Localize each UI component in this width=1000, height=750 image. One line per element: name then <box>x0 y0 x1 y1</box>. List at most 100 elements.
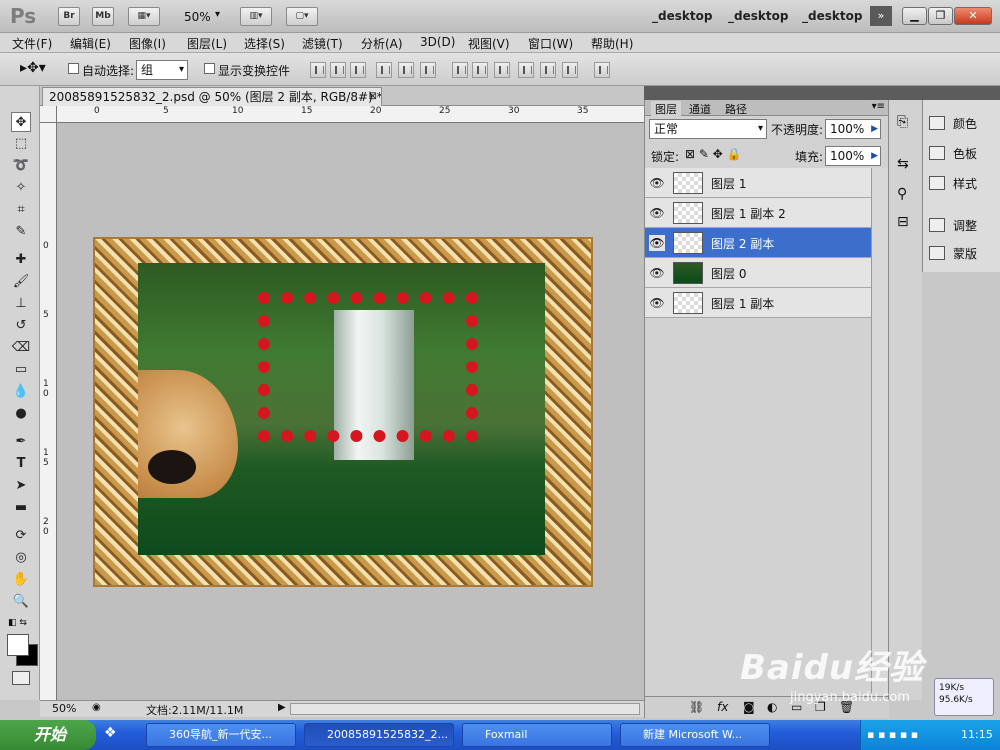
hand-tool-icon[interactable]: ✋ <box>11 570 31 590</box>
menu-analysis[interactable]: 分析(A) <box>361 35 403 52</box>
path-selection-tool-icon[interactable]: ➤ <box>11 476 31 496</box>
history-brush-tool-icon[interactable]: ↺ <box>11 316 31 336</box>
eye-icon[interactable]: 👁 <box>649 235 665 251</box>
foreground-color-swatch[interactable] <box>7 634 29 656</box>
fill-input[interactable]: 100% ▶ <box>825 146 881 166</box>
layers-scrollbar[interactable] <box>871 168 889 696</box>
close-button[interactable]: ✕ <box>954 7 992 25</box>
layer-row[interactable]: 👁 图层 1 副本 2 <box>645 198 871 228</box>
menu-layer[interactable]: 图层(L) <box>187 35 227 52</box>
menu-edit[interactable]: 编辑(E) <box>70 35 111 52</box>
eye-icon[interactable]: 👁 <box>649 265 665 281</box>
adjustment-layer-icon[interactable]: ◐ <box>767 700 777 714</box>
panel-menu-icon[interactable]: ▾≡ <box>872 101 885 112</box>
view-extras-button[interactable]: ▦▾ <box>128 7 160 26</box>
3d-orbit-tool-icon[interactable]: ◎ <box>11 548 31 568</box>
eraser-tool-icon[interactable]: ⌫ <box>11 338 31 358</box>
align-right-icon[interactable] <box>420 62 436 78</box>
screen-mode-button[interactable]: ▢▾ <box>286 7 318 26</box>
align-left-icon[interactable] <box>376 62 392 78</box>
pen-tool-icon[interactable]: ✒ <box>11 432 31 452</box>
eye-icon[interactable]: 👁 <box>649 205 665 221</box>
document-tab[interactable]: 20085891525832_2.psd @ 50% (图层 2 副本, RGB… <box>42 87 382 106</box>
align-horizontal-center-icon[interactable] <box>398 62 414 78</box>
align-top-icon[interactable] <box>310 62 326 78</box>
distribute-hcenter-icon[interactable] <box>540 62 556 78</box>
actions-panel-icon[interactable]: ⇆ <box>897 156 909 172</box>
workspace-desktop-2[interactable]: _desktop <box>728 9 788 23</box>
tray-icons[interactable]: ▪ ▪ ▪ ▪ ▪ <box>867 728 918 741</box>
tab-paths[interactable]: 路径 <box>725 101 747 117</box>
color-panel-item[interactable]: 颜色 <box>929 112 977 136</box>
vertical-ruler[interactable]: 0 5 1 0 1 5 2 0 <box>40 123 57 700</box>
link-layers-icon[interactable]: ⛓ <box>689 700 704 714</box>
horizontal-scrollbar[interactable] <box>290 703 640 715</box>
menu-select[interactable]: 选择(S) <box>244 35 285 52</box>
menu-image[interactable]: 图像(I) <box>129 35 166 52</box>
menu-help[interactable]: 帮助(H) <box>591 35 633 52</box>
styles-panel-item[interactable]: 样式 <box>929 172 977 196</box>
crop-tool-icon[interactable]: ⌗ <box>11 200 31 220</box>
more-workspaces-icon[interactable]: » <box>870 6 892 26</box>
taskbar-button-photoshop[interactable]: 20085891525832_2... <box>304 723 454 747</box>
minimize-button[interactable]: ▁ <box>902 7 927 25</box>
3d-rotate-tool-icon[interactable]: ⟳ <box>11 526 31 546</box>
auto-align-layers-icon[interactable] <box>594 62 610 78</box>
type-tool-icon[interactable]: T <box>11 454 31 474</box>
arrange-documents-button[interactable]: ▥▾ <box>240 7 272 26</box>
chevron-right-icon[interactable]: ▶ <box>871 147 878 165</box>
align-bottom-icon[interactable] <box>350 62 366 78</box>
tab-channels[interactable]: 通道 <box>689 101 711 117</box>
history-panel-icon[interactable]: ⎘ <box>897 114 908 130</box>
menu-file[interactable]: 文件(F) <box>12 35 52 52</box>
marquee-tool-icon[interactable]: ⬚ <box>11 134 31 154</box>
blur-tool-icon[interactable]: 💧 <box>11 382 31 402</box>
tab-layers[interactable]: 图层 <box>651 101 681 117</box>
horizontal-ruler[interactable]: 0 5 10 15 20 25 30 35 <box>57 106 644 123</box>
menu-filter[interactable]: 滤镜(T) <box>302 35 343 52</box>
ruler-origin[interactable] <box>40 106 57 123</box>
zoom-level-select[interactable]: 50% <box>184 10 211 24</box>
taskbar-button-word[interactable]: 新建 Microsoft W... <box>620 723 770 747</box>
shape-tool-icon[interactable]: ▬ <box>11 498 31 518</box>
default-colors-icon[interactable]: ◧ ⇆ <box>8 618 27 628</box>
layer-row[interactable]: 👁 图层 1 <box>645 168 871 198</box>
healing-brush-tool-icon[interactable]: ✚ <box>11 250 31 270</box>
lasso-tool-icon[interactable]: ➰ <box>11 156 31 176</box>
eye-icon[interactable]: 👁 <box>649 175 665 191</box>
workspace-desktop-3[interactable]: _desktop <box>802 9 862 23</box>
show-transform-checkbox[interactable] <box>204 63 215 77</box>
clock[interactable]: 11:15 <box>961 728 993 741</box>
quick-launch-icon[interactable]: ❖ <box>104 725 130 745</box>
menu-window[interactable]: 窗口(W) <box>528 35 573 52</box>
gradient-tool-icon[interactable]: ▭ <box>11 360 31 380</box>
opacity-input[interactable]: 100% ▶ <box>825 119 881 139</box>
quick-selection-tool-icon[interactable]: ✧ <box>11 178 31 198</box>
eyedropper-tool-icon[interactable]: ✎ <box>11 222 31 242</box>
eye-icon[interactable]: 👁 <box>649 295 665 311</box>
bridge-button[interactable]: Br <box>58 7 80 26</box>
distribute-bottom-icon[interactable] <box>494 62 510 78</box>
brushes-panel-icon[interactable]: ⚲ <box>897 186 907 202</box>
taskbar-button-foxmail[interactable]: Foxmail <box>462 723 612 747</box>
blend-mode-select[interactable]: 正常 ▾ <box>649 119 767 139</box>
distribute-center-icon[interactable] <box>472 62 488 78</box>
zoom-tool-icon[interactable]: 🔍 <box>11 592 31 612</box>
status-menu-icon[interactable]: ◉ <box>92 702 101 713</box>
masks-panel-item[interactable]: 蒙版 <box>929 242 977 266</box>
adjustments-panel-item[interactable]: 调整 <box>929 214 977 238</box>
quick-mask-icon[interactable] <box>12 671 30 685</box>
distribute-right-icon[interactable] <box>562 62 578 78</box>
layer-row[interactable]: 👁 图层 0 <box>645 258 871 288</box>
dodge-tool-icon[interactable]: ● <box>11 404 31 424</box>
auto-select-checkbox[interactable] <box>68 63 79 77</box>
menu-3d[interactable]: 3D(D) <box>420 35 455 49</box>
layer-style-icon[interactable]: fx <box>717 700 728 714</box>
swatches-panel-item[interactable]: 色板 <box>929 142 977 166</box>
clone-stamp-tool-icon[interactable]: ⊥ <box>11 294 31 314</box>
brush-tool-icon[interactable]: 🖌 <box>11 272 31 292</box>
chevron-right-icon[interactable]: ▶ <box>871 120 878 138</box>
align-vertical-center-icon[interactable] <box>330 62 346 78</box>
menu-view[interactable]: 视图(V) <box>468 35 510 52</box>
start-button[interactable]: 开始 <box>0 720 96 750</box>
